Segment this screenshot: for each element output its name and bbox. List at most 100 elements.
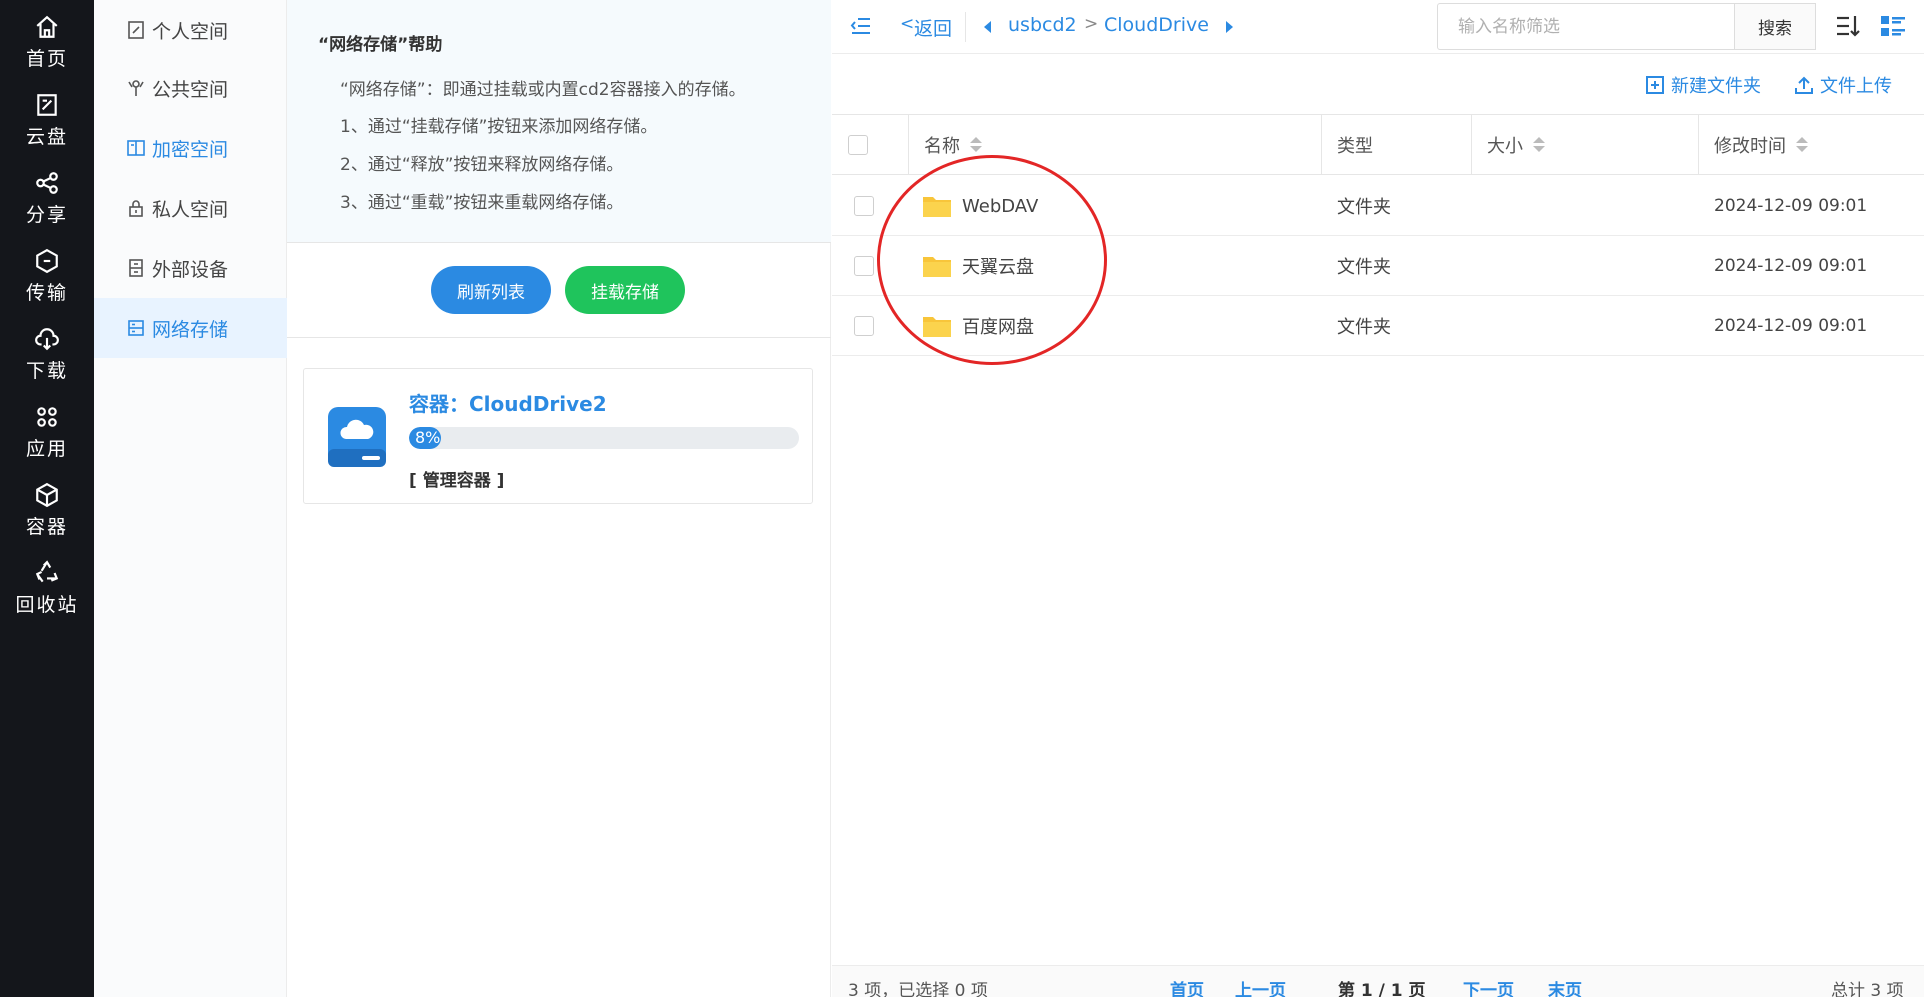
file-type: 文件夹: [1337, 197, 1391, 218]
divider: [965, 12, 966, 42]
file-type: 文件夹: [1337, 317, 1391, 338]
home-icon: [36, 15, 58, 38]
file-type: 文件夹: [1337, 257, 1391, 278]
select-all-checkbox[interactable]: [848, 135, 868, 155]
refresh-list-button[interactable]: 刷新列表: [431, 266, 551, 314]
selection-summary: 3 项，已选择 0 项: [848, 981, 988, 997]
file-modified: 2024-12-09 09:01: [1714, 316, 1868, 336]
caret-left-icon[interactable]: [984, 21, 991, 33]
container-icon: [36, 482, 58, 508]
nav-item-label: 应用: [25, 438, 68, 460]
sidebar-item-label: 网络存储: [152, 318, 229, 341]
manage-container-link[interactable]: [ 管理容器 ]: [409, 466, 504, 491]
pagination-bar: 3 项，已选择 0 项 首页 上一页 第 1 / 1 页 下一页 末页 总计 3…: [832, 965, 1924, 997]
nav-item-label: 首页: [25, 48, 68, 70]
next-page-link[interactable]: 下一页: [1463, 976, 1514, 997]
column-label: 名称: [924, 136, 960, 157]
file-toolbar: 新建文件夹 文件上传: [832, 55, 1924, 115]
column-size[interactable]: 大小: [1487, 115, 1545, 175]
sidebar-item-public[interactable]: 公共空间: [94, 58, 287, 118]
caret-right-icon[interactable]: [1226, 21, 1233, 33]
sort-arrows-icon: [970, 136, 982, 154]
column-label: 大小: [1487, 136, 1523, 157]
nav-item-label: 下载: [25, 360, 68, 382]
row-checkbox[interactable]: [854, 196, 874, 216]
page-indicator: 第 1 / 1 页: [1338, 981, 1426, 997]
sidebar-item-label: 个人空间: [152, 20, 229, 43]
column-divider: [1471, 115, 1472, 175]
public-space-icon: [128, 80, 144, 96]
new-folder-label: 新建文件夹: [1671, 76, 1761, 97]
row-checkbox[interactable]: [854, 316, 874, 336]
nav-item-label: 回收站: [15, 594, 79, 616]
help-title: “网络存储”帮助: [318, 35, 443, 55]
file-modified: 2024-12-09 09:01: [1714, 256, 1868, 276]
help-box: “网络存储”帮助 “网络存储”：即通过挂载或内置cd2容器接入的存储。 1、通过…: [287, 0, 831, 243]
collapse-sidebar-icon[interactable]: [850, 16, 872, 36]
sidebar-item-encrypted[interactable]: 加密空间: [94, 118, 287, 178]
column-divider: [1321, 115, 1322, 175]
breadcrumb-clouddrive[interactable]: CloudDrive: [1104, 14, 1209, 36]
top-bar: < 返回 usbcd2 > CloudDrive 搜索: [832, 0, 1924, 54]
upload-icon: [1795, 76, 1813, 94]
encrypted-space-icon: [127, 140, 145, 156]
network-storage-icon: [128, 320, 144, 336]
breadcrumb-usbcd2[interactable]: usbcd2: [1008, 14, 1077, 36]
chevron-left-icon: <: [900, 14, 915, 34]
column-modified[interactable]: 修改时间: [1714, 115, 1808, 175]
container-progress-bar: 8%: [409, 427, 799, 449]
column-divider: [1698, 115, 1699, 175]
filter-input[interactable]: [1437, 3, 1735, 50]
file-modified: 2024-12-09 09:01: [1714, 196, 1868, 216]
nav-item-label: 容器: [25, 516, 68, 538]
sidebar-item-personal[interactable]: 个人空间: [94, 0, 287, 60]
download-icon: [35, 328, 59, 351]
sidebar-item-private[interactable]: 私人空间: [94, 178, 287, 238]
help-line: 2、通过“释放”按钮来释放网络存储。: [340, 155, 624, 175]
nav-item-label: 分享: [25, 204, 68, 226]
share-icon: [36, 172, 58, 194]
prev-page-link[interactable]: 上一页: [1235, 976, 1286, 997]
progress-fill: 8%: [409, 427, 441, 449]
annotation-circle: [877, 155, 1107, 365]
lock-icon: [129, 200, 143, 217]
help-panel: “网络存储”帮助 “网络存储”：即通过挂载或内置cd2容器接入的存储。 1、通过…: [287, 0, 831, 997]
container-title: 容器：CloudDrive2: [409, 392, 607, 416]
action-buttons: 刷新列表 挂载存储: [287, 243, 831, 338]
list-view-icon[interactable]: [1880, 14, 1906, 38]
transfer-icon: [36, 248, 58, 274]
container-card: 容器：CloudDrive2 8% [ 管理容器 ]: [303, 368, 813, 504]
last-page-link[interactable]: 末页: [1548, 976, 1582, 997]
sidebar-item-label: 外部设备: [152, 258, 229, 281]
column-divider: [908, 115, 909, 175]
sidebar-item-label: 加密空间: [152, 138, 229, 161]
main-nav: 首页 云盘 分享 传输 下载 应用 容器 回收站: [0, 0, 94, 997]
recycle-icon: [35, 560, 59, 583]
back-link[interactable]: 返回: [914, 14, 952, 41]
sidebar-item-external[interactable]: 外部设备: [94, 238, 287, 298]
new-folder-button[interactable]: 新建文件夹: [1645, 72, 1761, 98]
upload-label: 文件上传: [1820, 76, 1892, 97]
total-count: 总计 3 项: [1831, 981, 1904, 997]
sidebar-item-network-storage[interactable]: 网络存储: [94, 298, 287, 358]
column-type[interactable]: 类型: [1337, 115, 1373, 175]
nav-item-recycle[interactable]: 回收站: [0, 546, 94, 642]
nav-item-label: 云盘: [25, 126, 68, 148]
sort-arrows-icon: [1796, 136, 1808, 154]
add-folder-icon: [1646, 76, 1664, 94]
personal-space-icon: [128, 21, 144, 39]
breadcrumb-separator: >: [1084, 14, 1099, 34]
sidebar-item-label: 公共空间: [152, 78, 229, 101]
help-line: 3、通过“重载”按钮来重载网络存储。: [340, 193, 624, 213]
mount-storage-button[interactable]: 挂载存储: [565, 266, 685, 314]
help-line: 1、通过“挂载存储”按钮来添加网络存储。: [340, 117, 658, 137]
cloud-drive-icon: [328, 407, 386, 467]
file-browser: < 返回 usbcd2 > CloudDrive 搜索 新建文件夹 文件上传 名…: [832, 0, 1924, 997]
space-sidebar: 个人空间 公共空间 加密空间 私人空间 外部设备 网络存储: [94, 0, 287, 997]
first-page-link[interactable]: 首页: [1170, 976, 1204, 997]
row-checkbox[interactable]: [854, 256, 874, 276]
search-button[interactable]: 搜索: [1734, 3, 1816, 50]
cloud-disk-icon: [37, 94, 57, 116]
sort-icon[interactable]: [1835, 14, 1861, 38]
upload-button[interactable]: 文件上传: [1794, 72, 1892, 98]
